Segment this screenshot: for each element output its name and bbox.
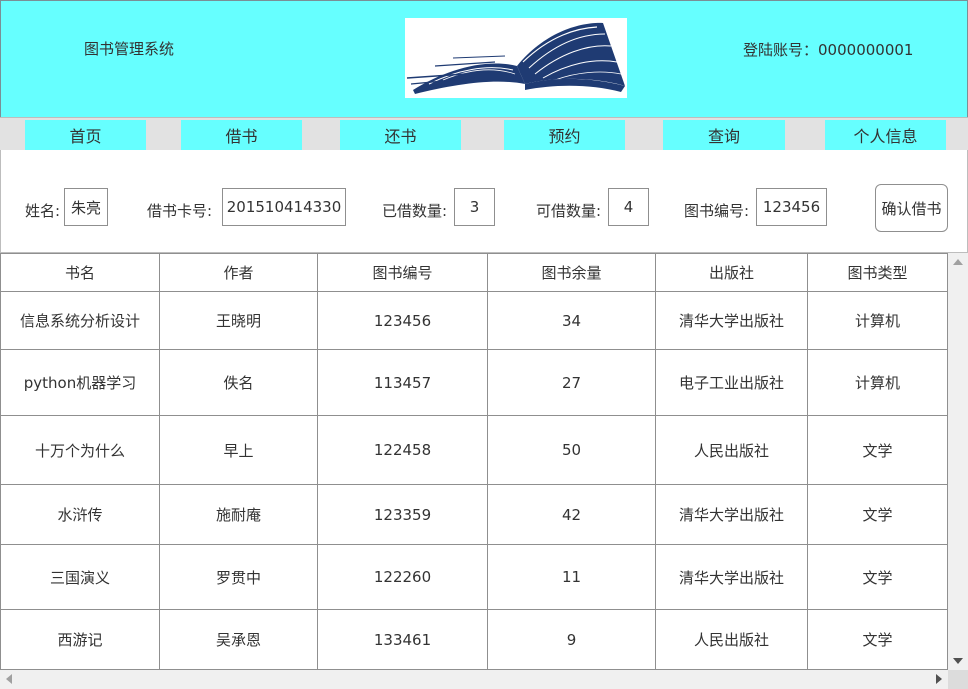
open-book-logo-icon (405, 18, 627, 98)
borrowed-count-label: 已借数量: (382, 202, 448, 220)
cell-author: 罗贯中 (159, 544, 318, 610)
table-row[interactable]: 西游记 吴承恩 133461 9 人民出版社 文学 (0, 609, 948, 670)
available-count-label: 可借数量: (536, 202, 602, 220)
cell-stock: 11 (487, 544, 656, 610)
cell-category: 文学 (807, 415, 948, 485)
nav-item-reserve[interactable]: 预约 (504, 120, 625, 150)
cell-category: 计算机 (807, 291, 948, 350)
app-window: 图书管理系统 登陆账号：0000000001 首页 借书 还书 预约 查询 个人… (0, 0, 968, 689)
nav-item-profile[interactable]: 个人信息 (825, 120, 946, 150)
nav-item-home[interactable]: 首页 (25, 120, 146, 150)
nav-bar: 首页 借书 还书 预约 查询 个人信息 (0, 117, 968, 151)
table-row[interactable]: python机器学习 佚名 113457 27 电子工业出版社 计算机 (0, 349, 948, 416)
cell-publisher: 清华大学出版社 (655, 484, 808, 545)
cell-book-id: 133461 (317, 609, 488, 670)
column-header-title[interactable]: 书名 (0, 253, 160, 292)
book-table: 书名 作者 图书编号 图书余量 出版社 图书类型 信息系统分析设计 王晓明 12… (0, 253, 948, 670)
table-row[interactable]: 水浒传 施耐庵 123359 42 清华大学出版社 文学 (0, 484, 948, 545)
cell-stock: 9 (487, 609, 656, 670)
account-info: 登陆账号：0000000001 (743, 39, 913, 60)
table-row[interactable]: 信息系统分析设计 王晓明 123456 34 清华大学出版社 计算机 (0, 291, 948, 350)
cell-publisher: 电子工业出版社 (655, 349, 808, 416)
cell-publisher: 人民出版社 (655, 609, 808, 670)
horizontal-scrollbar[interactable] (0, 670, 948, 689)
book-id-label: 图书编号: (684, 202, 750, 220)
nav-item-return[interactable]: 还书 (340, 120, 461, 150)
cell-category: 文学 (807, 609, 948, 670)
cell-title: python机器学习 (0, 349, 160, 416)
cell-book-id: 122458 (317, 415, 488, 485)
card-number-field[interactable]: 201510414330 (222, 188, 346, 226)
cell-book-id: 122260 (317, 544, 488, 610)
column-header-stock[interactable]: 图书余量 (487, 253, 656, 292)
cell-title: 三国演义 (0, 544, 160, 610)
cell-title: 西游记 (0, 609, 160, 670)
vertical-scrollbar[interactable] (948, 253, 968, 670)
account-value: 0000000001 (818, 41, 914, 59)
book-id-field[interactable]: 123456 (756, 188, 827, 226)
nav-item-borrow[interactable]: 借书 (181, 120, 302, 150)
available-count-field[interactable]: 4 (608, 188, 649, 226)
column-header-book-id[interactable]: 图书编号 (317, 253, 488, 292)
confirm-borrow-button[interactable]: 确认借书 (875, 184, 948, 232)
cell-author: 王晓明 (159, 291, 318, 350)
scroll-right-arrow-icon[interactable] (936, 674, 942, 684)
name-label: 姓名: (25, 202, 61, 220)
cell-publisher: 人民出版社 (655, 415, 808, 485)
scrollbar-corner (948, 670, 968, 689)
column-header-author[interactable]: 作者 (159, 253, 318, 292)
borrow-form: 姓名: 朱亮 借书卡号: 201510414330 已借数量: 3 可借数量: … (0, 150, 968, 253)
scroll-left-arrow-icon[interactable] (6, 674, 12, 684)
cell-book-id: 123359 (317, 484, 488, 545)
cell-category: 文学 (807, 484, 948, 545)
cell-title: 十万个为什么 (0, 415, 160, 485)
table-header-row: 书名 作者 图书编号 图书余量 出版社 图书类型 (0, 253, 948, 292)
cell-category: 文学 (807, 544, 948, 610)
cell-author: 早上 (159, 415, 318, 485)
borrowed-count-field[interactable]: 3 (454, 188, 495, 226)
book-table-container: 书名 作者 图书编号 图书余量 出版社 图书类型 信息系统分析设计 王晓明 12… (0, 253, 968, 689)
header: 图书管理系统 登陆账号：0000000001 (0, 0, 968, 118)
cell-category: 计算机 (807, 349, 948, 416)
cell-stock: 27 (487, 349, 656, 416)
cell-publisher: 清华大学出版社 (655, 544, 808, 610)
cell-author: 施耐庵 (159, 484, 318, 545)
table-row[interactable]: 三国演义 罗贯中 122260 11 清华大学出版社 文学 (0, 544, 948, 610)
nav-item-search[interactable]: 查询 (663, 120, 785, 150)
cell-book-id: 123456 (317, 291, 488, 350)
cell-title: 信息系统分析设计 (0, 291, 160, 350)
scroll-up-arrow-icon[interactable] (953, 259, 963, 265)
cell-stock: 50 (487, 415, 656, 485)
column-header-publisher[interactable]: 出版社 (655, 253, 808, 292)
name-field[interactable]: 朱亮 (64, 188, 108, 226)
scroll-down-arrow-icon[interactable] (953, 658, 963, 664)
cell-author: 吴承恩 (159, 609, 318, 670)
column-header-category[interactable]: 图书类型 (807, 253, 948, 292)
cell-publisher: 清华大学出版社 (655, 291, 808, 350)
cell-stock: 34 (487, 291, 656, 350)
cell-stock: 42 (487, 484, 656, 545)
cell-book-id: 113457 (317, 349, 488, 416)
table-row[interactable]: 十万个为什么 早上 122458 50 人民出版社 文学 (0, 415, 948, 485)
cell-title: 水浒传 (0, 484, 160, 545)
card-label: 借书卡号: (147, 202, 213, 220)
account-label: 登陆账号： (743, 41, 819, 59)
cell-author: 佚名 (159, 349, 318, 416)
app-title: 图书管理系统 (84, 40, 175, 58)
